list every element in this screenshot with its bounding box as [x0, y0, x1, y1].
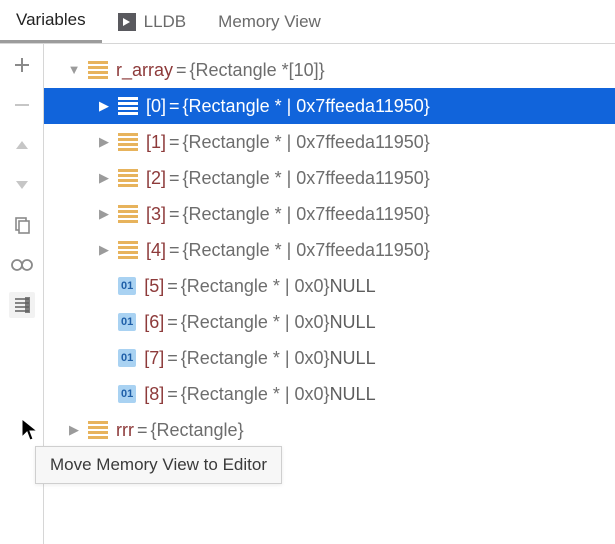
cursor-icon	[20, 417, 40, 448]
equals: =	[137, 418, 148, 442]
chevron-right-icon: ▶	[96, 97, 112, 115]
equals: =	[169, 238, 180, 262]
tooltip-text: Move Memory View to Editor	[50, 455, 267, 474]
variable-name: rrr	[116, 418, 134, 442]
copy-button[interactable]	[9, 212, 35, 238]
chevron-right-icon: ▶	[96, 205, 112, 223]
equals: =	[167, 274, 178, 298]
equals: =	[169, 202, 180, 226]
binary-icon: 01	[118, 277, 136, 295]
variable-name: r_array	[116, 58, 173, 82]
variable-value: {Rectangle * | 0x7ffeeda11950}	[183, 130, 430, 154]
tree-row[interactable]: ▶ rrr = {Rectangle}	[44, 412, 615, 448]
tree-row[interactable]: 01 [6] = {Rectangle * | 0x0} NULL	[44, 304, 615, 340]
chevron-right-icon: ▶	[66, 421, 82, 439]
variable-value: {Rectangle}	[151, 418, 244, 442]
equals: =	[167, 382, 178, 406]
remove-button[interactable]	[9, 92, 35, 118]
memory-view-button[interactable]	[9, 292, 35, 318]
chevron-right-icon: ▶	[96, 169, 112, 187]
tab-label: LLDB	[144, 12, 187, 32]
variable-index: [7]	[144, 346, 164, 370]
tree-row[interactable]: ▶ [2] = {Rectangle * | 0x7ffeeda11950}	[44, 160, 615, 196]
null-tag: NULL	[330, 310, 376, 334]
binary-icon: 01	[118, 313, 136, 331]
variable-value: {Rectangle * | 0x0}	[181, 346, 330, 370]
add-watch-button[interactable]	[9, 52, 35, 78]
equals: =	[167, 310, 178, 334]
tree-row[interactable]: 01 [5] = {Rectangle * | 0x0} NULL	[44, 268, 615, 304]
tree-row[interactable]: 01 [7] = {Rectangle * | 0x0} NULL	[44, 340, 615, 376]
tab-label: Memory View	[218, 12, 321, 32]
show-watches-button[interactable]	[9, 252, 35, 278]
variable-index: [1]	[146, 130, 166, 154]
tree-row[interactable]: ▶ [1] = {Rectangle * | 0x7ffeeda11950}	[44, 124, 615, 160]
tab-lldb[interactable]: LLDB	[102, 0, 203, 43]
tree-root-row[interactable]: ▼ r_array = {Rectangle *[10]}	[44, 52, 615, 88]
null-tag: NULL	[330, 382, 376, 406]
equals: =	[169, 166, 180, 190]
equals: =	[176, 58, 187, 82]
variable-value: {Rectangle * | 0x0}	[181, 274, 330, 298]
variable-index: [5]	[144, 274, 164, 298]
chevron-down-icon: ▼	[66, 61, 82, 79]
array-icon	[118, 169, 138, 187]
run-icon	[118, 13, 136, 31]
move-up-button[interactable]	[9, 132, 35, 158]
array-icon	[118, 205, 138, 223]
chevron-right-icon: ▶	[96, 133, 112, 151]
tree-row[interactable]: ▶ [4] = {Rectangle * | 0x7ffeeda11950}	[44, 232, 615, 268]
binary-icon: 01	[118, 385, 136, 403]
variable-index: [3]	[146, 202, 166, 226]
tree-row[interactable]: ▶ [0] = {Rectangle * | 0x7ffeeda11950}	[44, 88, 615, 124]
binary-icon: 01	[118, 349, 136, 367]
variable-index: [6]	[144, 310, 164, 334]
variable-value: {Rectangle * | 0x7ffeeda11950}	[183, 238, 430, 262]
equals: =	[167, 346, 178, 370]
variable-index: [4]	[146, 238, 166, 262]
array-icon	[118, 241, 138, 259]
variable-value: {Rectangle * | 0x7ffeeda11950}	[183, 202, 430, 226]
null-tag: NULL	[330, 346, 376, 370]
variable-value: {Rectangle * | 0x7ffeeda11950}	[183, 166, 430, 190]
tree-row[interactable]: ▶ [3] = {Rectangle * | 0x7ffeeda11950}	[44, 196, 615, 232]
tree-row[interactable]: 01 [8] = {Rectangle * | 0x0} NULL	[44, 376, 615, 412]
tab-variables[interactable]: Variables	[0, 0, 102, 43]
variable-index: [0]	[146, 94, 166, 118]
variable-index: [2]	[146, 166, 166, 190]
tooltip: Move Memory View to Editor	[35, 446, 282, 484]
tab-memory-view[interactable]: Memory View	[202, 0, 337, 43]
array-icon	[88, 421, 108, 439]
variable-value: {Rectangle * | 0x7ffeeda11950}	[183, 94, 430, 118]
array-icon	[118, 97, 138, 115]
equals: =	[169, 94, 180, 118]
array-icon	[118, 133, 138, 151]
tab-bar: Variables LLDB Memory View	[0, 0, 615, 44]
equals: =	[169, 130, 180, 154]
variable-value: {Rectangle * | 0x0}	[181, 310, 330, 334]
variable-value: {Rectangle * | 0x0}	[181, 382, 330, 406]
tab-label: Variables	[16, 10, 86, 30]
variable-value: {Rectangle *[10]}	[190, 58, 325, 82]
null-tag: NULL	[330, 274, 376, 298]
variable-index: [8]	[144, 382, 164, 406]
move-down-button[interactable]	[9, 172, 35, 198]
array-icon	[88, 61, 108, 79]
chevron-right-icon: ▶	[96, 241, 112, 259]
